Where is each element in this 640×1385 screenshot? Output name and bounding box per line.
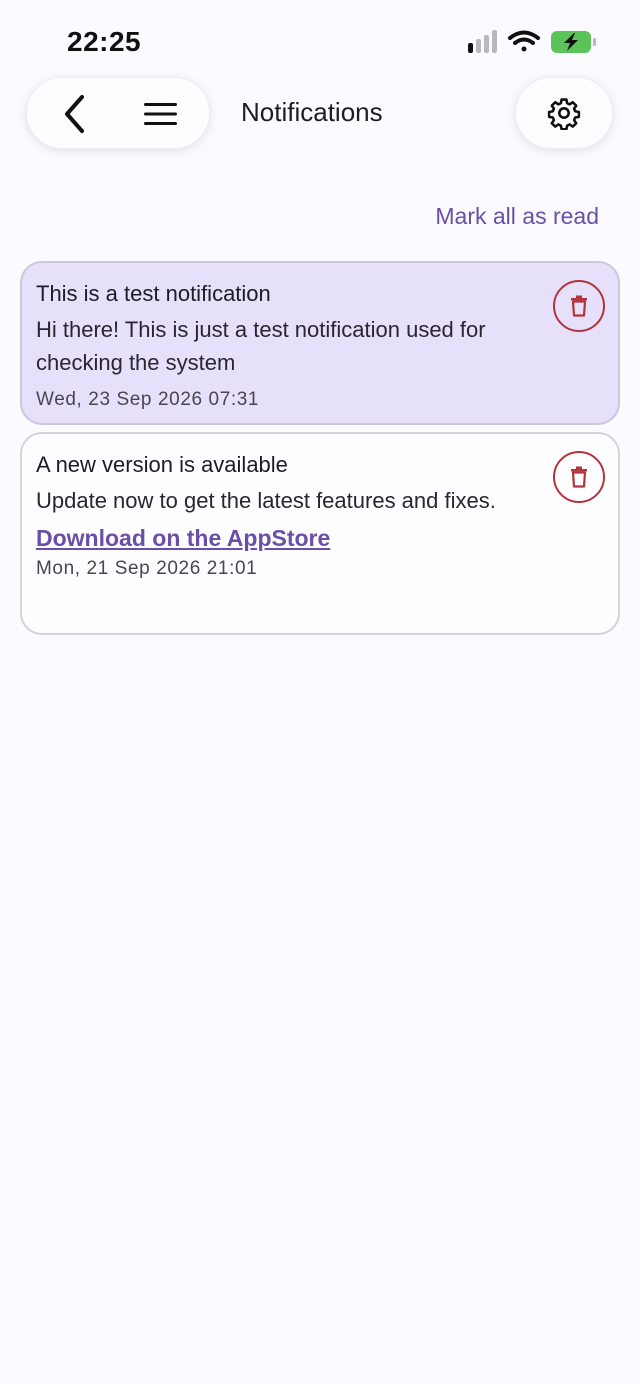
notification-title: This is a test notification (36, 281, 271, 306)
delete-notification-button[interactable] (553, 451, 605, 503)
settings-button[interactable] (515, 77, 613, 149)
status-icons (466, 28, 600, 58)
page-title: Notifications (241, 97, 383, 127)
status-time: 22:25 (67, 26, 142, 57)
menu-button[interactable] (138, 92, 184, 136)
gear-icon (547, 98, 581, 130)
notification-body: Hi there! This is just a test notificati… (36, 317, 486, 375)
notification-timestamp: Wed, 23 Sep 2026 07:31 (36, 389, 260, 410)
hamburger-menu-icon (144, 103, 177, 125)
notification-card[interactable]: This is a test notification Hi there! Th… (20, 261, 620, 425)
notification-timestamp: Mon, 21 Sep 2026 21:01 (36, 558, 258, 579)
notification-body: Update now to get the latest features an… (36, 488, 496, 513)
delete-notification-button[interactable] (553, 280, 605, 332)
battery-icon (551, 31, 596, 53)
wifi-icon (508, 30, 540, 52)
trash-icon (571, 295, 587, 317)
mark-all-read-button[interactable]: Mark all as read (435, 203, 599, 230)
status-icons-svg (468, 30, 596, 53)
chevron-left-icon (65, 95, 84, 133)
appstore-download-link[interactable]: Download on the AppStore (36, 525, 330, 552)
notification-title: A new version is available (36, 452, 288, 477)
back-button[interactable] (50, 92, 100, 136)
notification-card[interactable]: A new version is available Update now to… (20, 432, 620, 635)
trash-icon (571, 466, 587, 488)
notifications-screen: 22:25 Notifications Mark all as read Thi… (0, 0, 640, 1385)
cellular-signal-icon (468, 30, 497, 53)
